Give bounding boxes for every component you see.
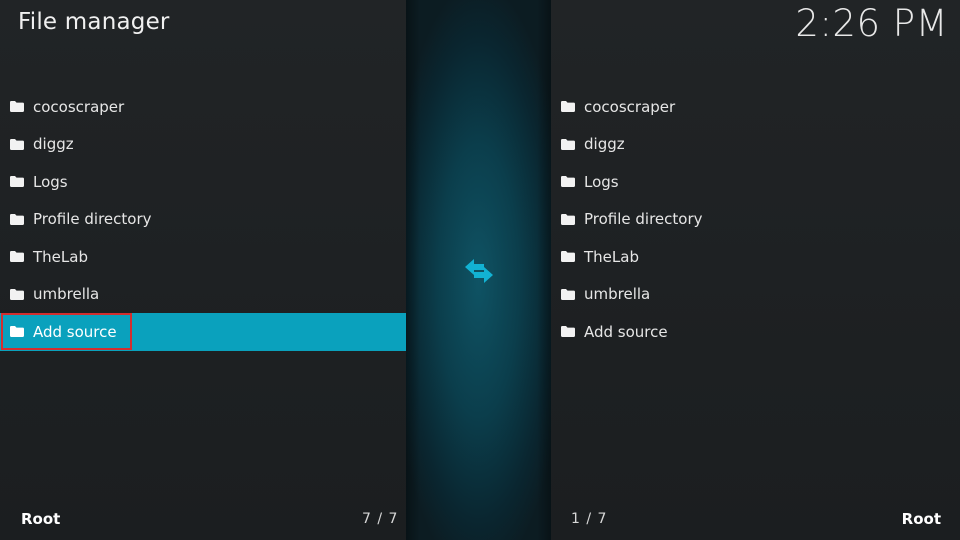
folder-icon: [561, 326, 575, 338]
folder-icon: [10, 288, 24, 300]
folder-icon: [561, 101, 575, 113]
list-item-label: TheLab: [584, 247, 639, 266]
left-item-count: 7 / 7: [362, 511, 399, 527]
list-item-label: Profile directory: [33, 210, 152, 229]
folder-icon: [10, 101, 24, 113]
list-item-label: Logs: [584, 172, 619, 191]
folder-icon: [561, 288, 575, 300]
list-item-label: cocoscraper: [33, 97, 125, 116]
list-item-add-source[interactable]: Add source: [0, 313, 406, 351]
list-item-profile-directory[interactable]: Profile directory: [0, 201, 406, 239]
list-item-label: umbrella: [33, 285, 100, 304]
list-item-add-source[interactable]: Add source: [551, 313, 960, 351]
file-manager-window: File manager 2:26 PM cocoscraper diggz L…: [0, 0, 960, 540]
folder-icon: [10, 326, 24, 338]
list-item-label: Add source: [584, 322, 668, 341]
list-item-label: cocoscraper: [584, 97, 676, 116]
list-item-thelab[interactable]: TheLab: [0, 238, 406, 276]
right-file-list: cocoscraper diggz Logs Profile directory…: [551, 88, 960, 351]
list-item-label: umbrella: [584, 285, 651, 304]
swap-arrows-icon: [462, 256, 496, 286]
clock: 2:26 PM: [795, 2, 948, 45]
folder-icon: [10, 176, 24, 188]
folder-icon: [561, 251, 575, 263]
list-item-label: TheLab: [33, 247, 88, 266]
folder-icon: [561, 138, 575, 150]
folder-icon: [561, 213, 575, 225]
folder-icon: [561, 176, 575, 188]
list-item-cocoscraper[interactable]: cocoscraper: [0, 88, 406, 126]
list-item-logs[interactable]: Logs: [551, 163, 960, 201]
folder-icon: [10, 251, 24, 263]
list-item-umbrella[interactable]: umbrella: [0, 276, 406, 314]
list-item-label: Logs: [33, 172, 68, 191]
right-path-label: Root: [901, 510, 941, 528]
folder-icon: [10, 213, 24, 225]
list-item-diggz[interactable]: diggz: [0, 126, 406, 164]
page-title: File manager: [18, 9, 170, 35]
list-item-logs[interactable]: Logs: [0, 163, 406, 201]
list-item-label: Profile directory: [584, 210, 703, 229]
list-item-umbrella[interactable]: umbrella: [551, 276, 960, 314]
right-item-count: 1 / 7: [571, 511, 608, 527]
list-item-thelab[interactable]: TheLab: [551, 238, 960, 276]
list-item-profile-directory[interactable]: Profile directory: [551, 201, 960, 239]
list-item-label: diggz: [33, 135, 74, 154]
list-item-cocoscraper[interactable]: cocoscraper: [551, 88, 960, 126]
list-item-label: diggz: [584, 135, 625, 154]
list-item-diggz[interactable]: diggz: [551, 126, 960, 164]
left-file-list: cocoscraper diggz Logs Profile directory…: [0, 88, 406, 351]
left-path-label: Root: [21, 510, 61, 528]
folder-icon: [10, 138, 24, 150]
